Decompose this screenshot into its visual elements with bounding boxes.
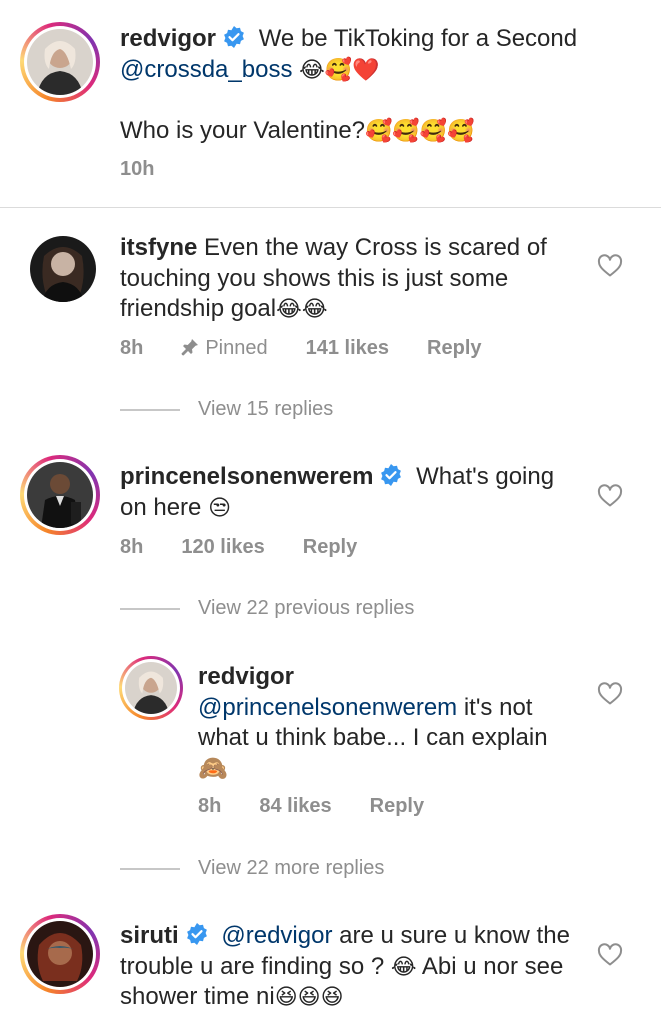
comment-username[interactable]: siruti [120,922,179,949]
comment-meta: 8h 120 likes Reply [120,533,395,561]
caption-line2-emojis: 🥰🥰🥰🥰 [365,118,475,143]
commenter-avatar[interactable] [30,236,96,302]
comment-body: itsfyne Even the way Cross is scared of … [120,233,580,325]
post-caption-line2: Who is your Valentine?🥰🥰🥰🥰 [120,116,620,147]
comment-emojis-end: 😆😆😆 [274,984,344,1009]
divider [120,607,180,610]
reply-body: redvigor @princenelsonenwerem it's not w… [198,662,578,784]
post-author-avatar[interactable] [20,22,100,102]
comment-meta: 8h 84 likes Reply [198,792,462,820]
likes-count[interactable]: 84 likes [259,795,331,818]
comment-username[interactable]: princenelsonenwerem [120,463,373,490]
comment-time: 8h [120,535,144,558]
post-username[interactable]: redvigor [120,25,216,52]
view-replies-button[interactable]: View 22 more replies [120,857,384,880]
comment-username[interactable]: itsfyne [120,234,197,261]
avatar [27,462,93,528]
caption-emojis: 😂🥰❤️ [299,56,380,82]
comment-body: princenelsonenwerem What's going on here… [120,462,580,523]
commenter-avatar[interactable] [119,656,183,720]
comment-emojis: 🙈 [198,754,228,782]
post-caption: redvigor We be TikToking for a Second @c… [120,24,620,85]
comment-emojis: 😂😂 [276,296,328,321]
view-replies-button[interactable]: View 15 replies [120,398,333,421]
heart-outline-icon[interactable] [597,484,623,508]
comment-time: 8h [198,794,222,817]
view-replies-label: View 22 more replies [198,857,385,879]
comment-time: 8h [120,336,144,359]
divider [120,408,180,411]
comment-mention-link[interactable]: @redvigor [221,922,332,949]
likes-count[interactable]: 141 likes [306,337,389,360]
comment-emojis: 😒 [208,494,232,520]
divider [0,207,661,208]
reply-mention-link[interactable]: @princenelsonenwerem [198,694,457,721]
verified-badge-icon [186,923,207,945]
comment-emojis: 😂 [390,953,417,979]
caption-question: Who is your Valentine? [120,117,366,144]
commenter-avatar[interactable] [20,914,100,994]
heart-outline-icon[interactable] [597,943,623,967]
divider [120,867,180,870]
likes-count[interactable]: 120 likes [181,536,264,559]
reply-button[interactable]: Reply [427,337,481,360]
caption-text: We be TikToking for a Second [258,25,578,52]
reply-button[interactable]: Reply [370,795,424,818]
heart-outline-icon[interactable] [597,682,623,706]
pinned-indicator: Pinned [181,337,268,360]
view-replies-label: View 22 previous replies [198,597,415,619]
avatar [27,29,93,95]
verified-badge-icon [381,464,402,486]
post-timestamp: 10h [120,158,155,180]
caption-mention-link[interactable]: @crossda_boss [120,56,292,83]
verified-badge-icon [224,26,244,48]
avatar [125,662,177,714]
comment-meta: 8h Pinned 141 likes Reply [120,334,520,362]
view-replies-button[interactable]: View 22 previous replies [120,597,414,620]
comment-body: siruti @redvigor are u sure u know the t… [120,921,580,1013]
comment-username[interactable]: redvigor [198,662,578,693]
view-replies-label: View 15 replies [198,398,334,420]
reply-button[interactable]: Reply [303,536,357,559]
pin-icon [181,338,199,355]
commenter-avatar[interactable] [20,455,100,535]
avatar [30,236,96,302]
heart-outline-icon[interactable] [597,254,623,278]
avatar [27,921,93,987]
